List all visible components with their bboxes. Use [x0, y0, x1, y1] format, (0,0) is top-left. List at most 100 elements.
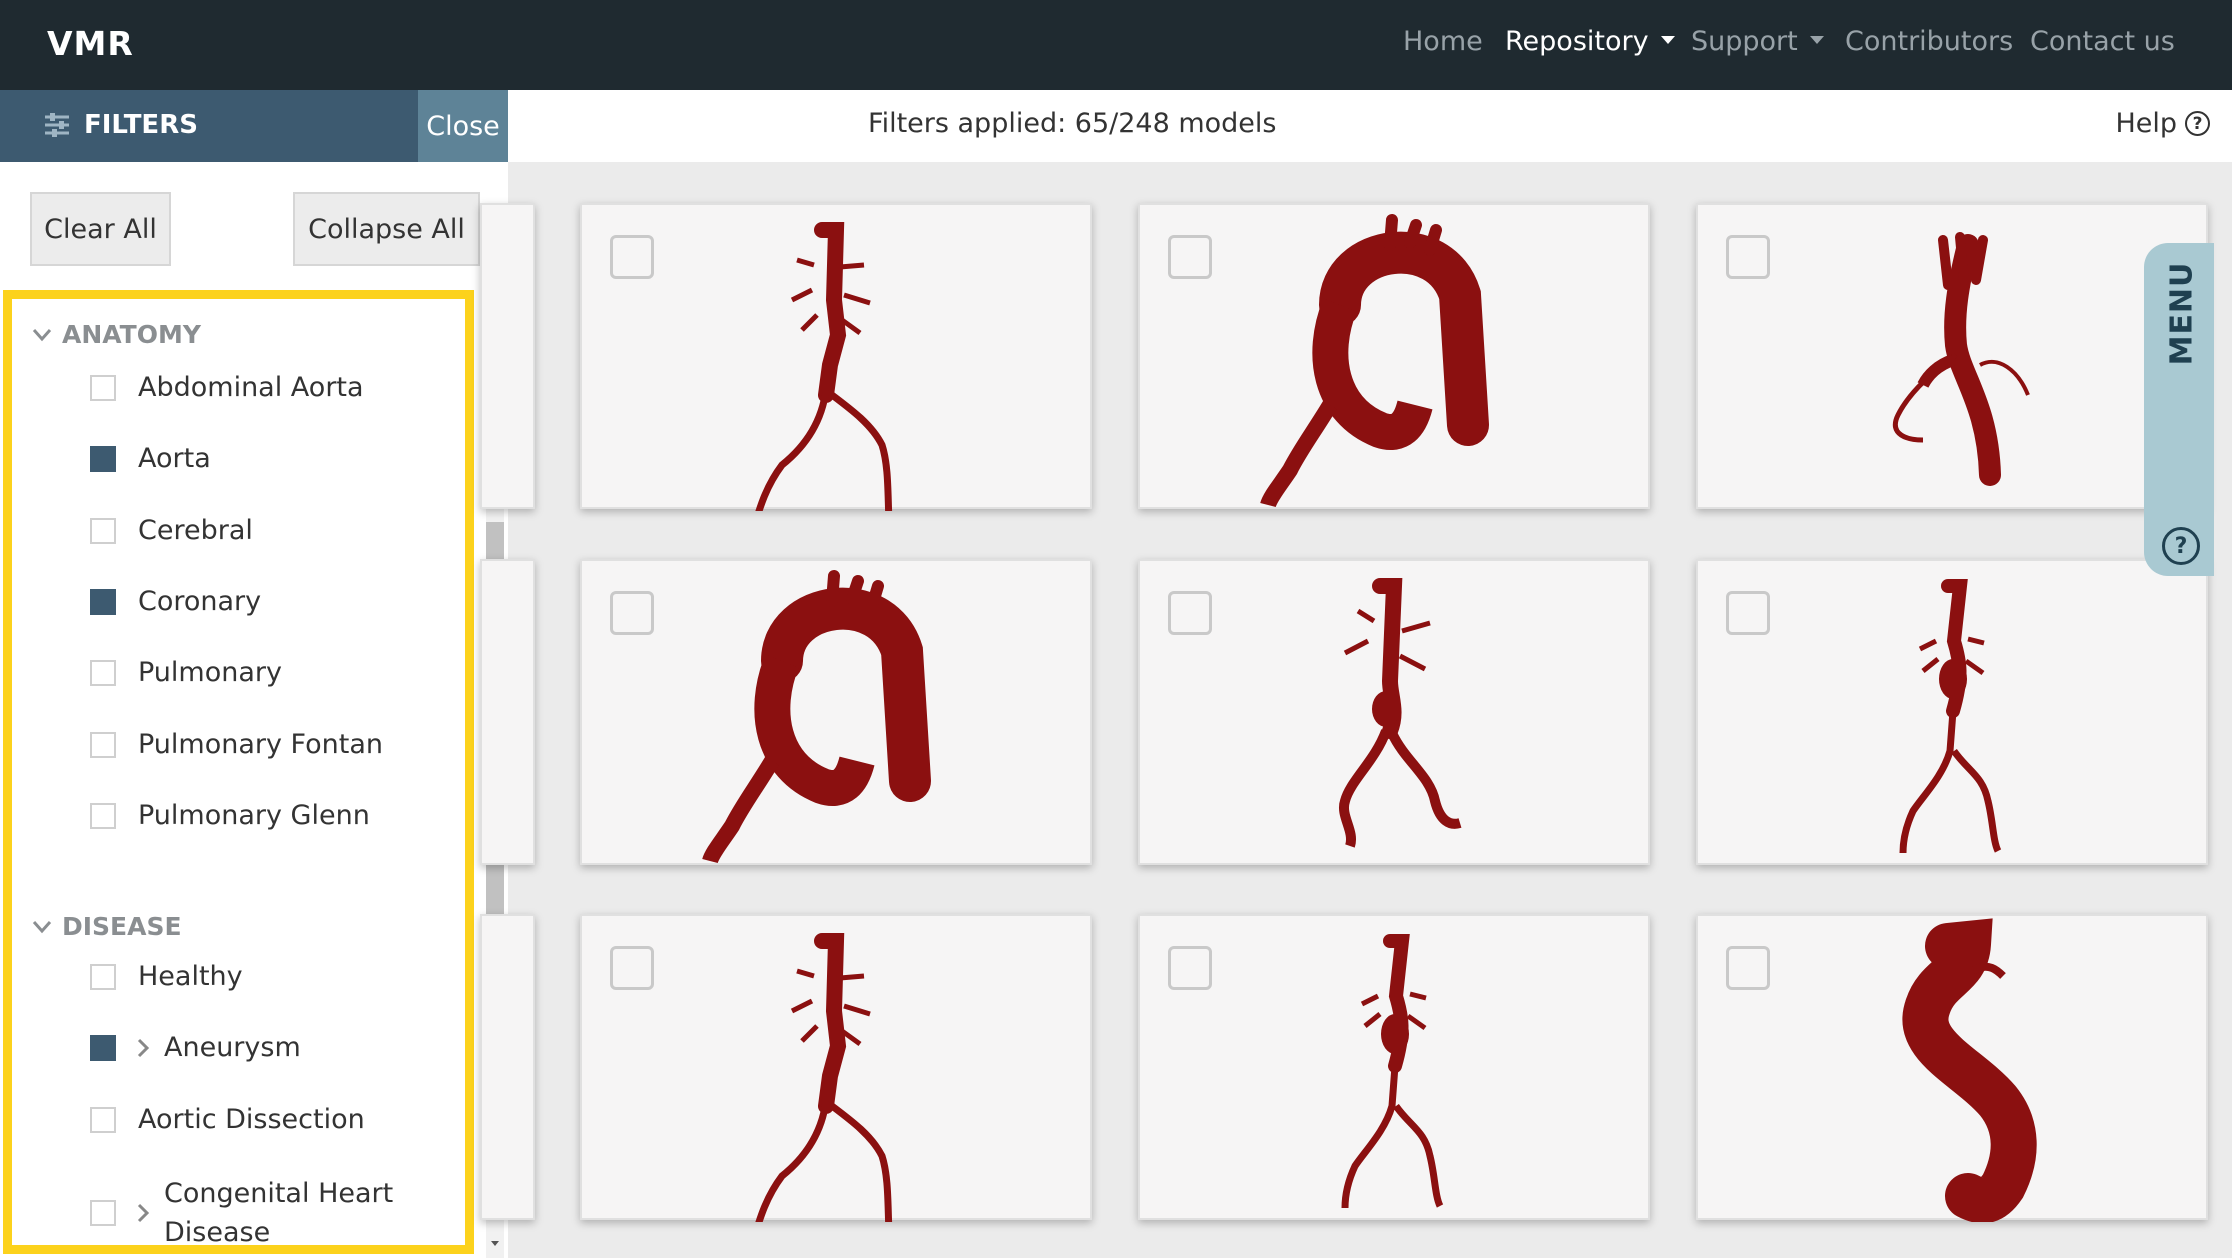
select-model-checkbox[interactable] — [1168, 235, 1212, 279]
menu-tab-label[interactable]: MENU — [2154, 248, 2210, 378]
chevron-right-icon[interactable] — [136, 1203, 150, 1223]
abdominal-aorta-model[interactable] — [582, 205, 1094, 511]
select-model-checkbox[interactable] — [1168, 591, 1212, 635]
model-card[interactable] — [580, 559, 1092, 865]
filters-title-text: FILTERS — [84, 110, 198, 140]
section-anatomy[interactable]: ANATOMY — [32, 320, 201, 349]
aortic-aneurysm-model[interactable] — [1698, 916, 2210, 1222]
filter-label: Pulmonary Glenn — [138, 800, 370, 831]
question-circle-icon: ? — [2185, 111, 2210, 136]
abdominal-aorta-model-4[interactable] — [582, 916, 1094, 1222]
nav-contact-us[interactable]: Contact us — [2030, 26, 2175, 57]
nav-home[interactable]: Home — [1403, 26, 1483, 57]
model-card[interactable] — [1138, 203, 1650, 509]
checkbox-checked[interactable] — [90, 1034, 116, 1061]
model-card[interactable] — [1696, 914, 2210, 1222]
model-card-partial[interactable] — [480, 914, 535, 1220]
checkbox-checked[interactable] — [90, 445, 116, 472]
filter-congenital-heart-disease[interactable]: Congenital Heart Disease — [90, 1174, 393, 1252]
model-card[interactable] — [1696, 203, 2208, 509]
checkbox-checked[interactable] — [90, 588, 116, 615]
model-card[interactable] — [1138, 914, 1650, 1220]
results-bar: Filters applied: 65/248 models Help ? — [508, 90, 2232, 162]
filter-label: Aorta — [138, 443, 211, 474]
collapse-all-button[interactable]: Collapse All — [293, 192, 480, 266]
select-model-checkbox[interactable] — [610, 235, 654, 279]
filter-cerebral[interactable]: Cerebral — [90, 515, 253, 546]
section-disease[interactable]: DISEASE — [32, 912, 182, 941]
nav-contributors[interactable]: Contributors — [1845, 26, 2013, 57]
aortic-arch-model-2[interactable] — [582, 561, 1094, 867]
model-card-partial[interactable] — [480, 203, 535, 509]
checkbox[interactable] — [90, 517, 116, 544]
model-card[interactable] — [1696, 559, 2208, 865]
menu-tab-text: MENU — [2164, 261, 2200, 365]
filter-pulmonary-fontan[interactable]: Pulmonary Fontan — [90, 729, 383, 760]
checkbox[interactable] — [90, 802, 116, 829]
filter-label: Pulmonary — [138, 657, 282, 688]
abdominal-aorta-model-2[interactable] — [1140, 561, 1652, 867]
checkbox[interactable] — [90, 374, 116, 401]
help-link[interactable]: Help ? — [2115, 108, 2210, 139]
section-disease-title: DISEASE — [62, 912, 182, 941]
model-card[interactable] — [580, 914, 1094, 1222]
caret-down-icon — [1809, 35, 1824, 44]
select-model-checkbox[interactable] — [1168, 946, 1212, 990]
select-model-checkbox[interactable] — [610, 591, 654, 635]
filter-pulmonary[interactable]: Pulmonary — [90, 657, 282, 688]
model-card[interactable] — [1138, 559, 1650, 865]
checkbox[interactable] — [90, 1106, 116, 1133]
question-circle-icon[interactable]: ? — [2162, 527, 2200, 565]
filters-applied-count: Filters applied: 65/248 models — [868, 108, 1277, 139]
filter-label: Pulmonary Fontan — [138, 729, 384, 760]
model-card-partial[interactable] — [480, 559, 535, 865]
help-label: Help — [2115, 108, 2177, 139]
filters-sidebar: Clear All Collapse All ANATOMY Abdominal… — [0, 162, 508, 1258]
filter-pulmonary-glenn[interactable]: Pulmonary Glenn — [90, 800, 370, 831]
abdominal-aorta-model-5[interactable] — [1140, 916, 1652, 1222]
brand-logo[interactable]: VMR — [47, 24, 134, 63]
scroll-down-arrow-icon[interactable] — [486, 1232, 504, 1254]
filter-label: Aortic Dissection — [138, 1104, 365, 1135]
chevron-down-icon — [32, 328, 52, 341]
checkbox[interactable] — [90, 659, 116, 686]
checkbox[interactable] — [90, 1200, 116, 1226]
aortic-arch-model[interactable] — [1140, 205, 1652, 511]
select-model-checkbox[interactable] — [610, 946, 654, 990]
checkbox[interactable] — [90, 963, 116, 990]
checkbox[interactable] — [90, 731, 116, 758]
sliders-icon — [45, 113, 69, 137]
nav-repository[interactable]: Repository — [1505, 26, 1675, 57]
filter-label: Abdominal Aorta — [138, 372, 364, 403]
filter-coronary[interactable]: Coronary — [90, 586, 261, 617]
filter-healthy[interactable]: Healthy — [90, 961, 243, 992]
filter-label: Congenital Heart Disease — [164, 1174, 393, 1252]
model-card[interactable] — [580, 203, 1094, 511]
nav-repository-label: Repository — [1505, 26, 1649, 57]
nav-support[interactable]: Support — [1691, 26, 1824, 57]
filter-aorta[interactable]: Aorta — [90, 443, 211, 474]
filter-aortic-dissection[interactable]: Aortic Dissection — [90, 1104, 365, 1135]
filters-title: FILTERS — [44, 110, 198, 140]
select-model-checkbox[interactable] — [1726, 591, 1770, 635]
select-model-checkbox[interactable] — [1726, 946, 1770, 990]
filters-header: FILTERS — [0, 90, 418, 162]
section-anatomy-title: ANATOMY — [62, 320, 201, 349]
close-filters-button[interactable]: Close — [418, 90, 508, 162]
abdominal-aorta-model-3[interactable] — [1698, 561, 2210, 867]
filter-aneurysm[interactable]: Aneurysm — [90, 1032, 301, 1063]
chevron-down-icon — [32, 920, 52, 933]
filter-label-line1: Congenital Heart — [164, 1178, 394, 1209]
chevron-right-icon[interactable] — [136, 1038, 150, 1058]
filter-label: Healthy — [138, 961, 243, 992]
nav-support-label: Support — [1691, 26, 1798, 57]
filter-label: Cerebral — [138, 515, 253, 546]
top-navbar: VMR Home Repository Support Contributors… — [0, 0, 2232, 90]
clear-all-button[interactable]: Clear All — [30, 192, 171, 266]
select-model-checkbox[interactable] — [1726, 235, 1770, 279]
filter-abdominal-aorta[interactable]: Abdominal Aorta — [90, 372, 364, 403]
aorta-branches-model[interactable] — [1698, 205, 2210, 511]
filter-label: Aneurysm — [164, 1032, 301, 1063]
filter-label: Coronary — [138, 586, 262, 617]
caret-down-icon — [1660, 35, 1675, 44]
